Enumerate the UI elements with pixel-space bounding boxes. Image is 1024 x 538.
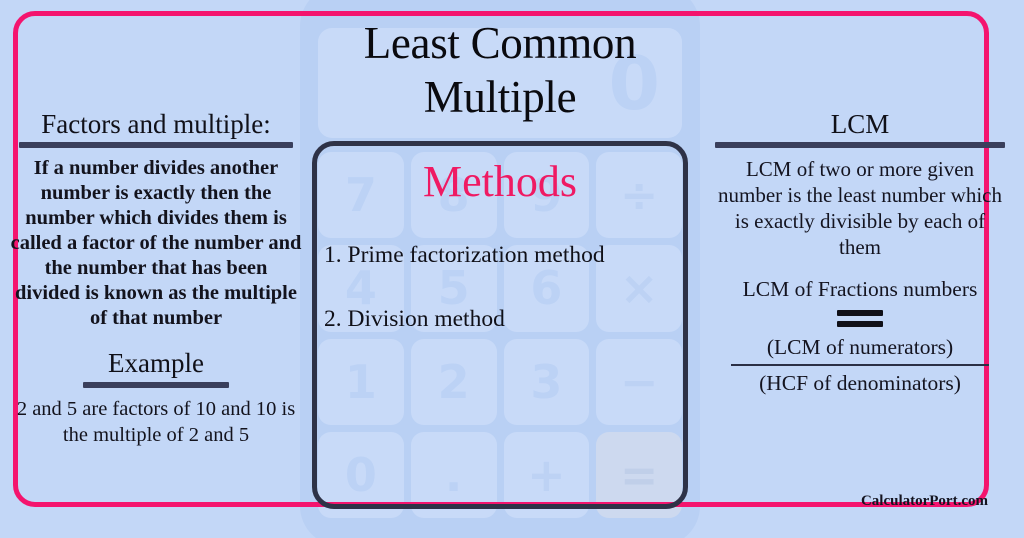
brand-watermark: CalculatorPort.com	[860, 493, 988, 509]
methods-list: 1. Prime factorization method 2. Divisio…	[320, 240, 686, 334]
fraction-divider-line	[731, 364, 989, 366]
page-title: Least Common Multiple	[363, 18, 637, 122]
fraction-denominator: (HCF of denominators)	[759, 371, 961, 395]
factors-body-text: If a number divides another number is ex…	[10, 157, 302, 329]
example-heading-underline	[83, 382, 229, 388]
equals-sign-icon	[837, 310, 883, 327]
lcm-heading: LCM	[830, 109, 890, 139]
method-item-1: 1. Prime factorization method	[324, 242, 605, 268]
fraction-formula: (LCM of numerators) (HCF of denominators…	[712, 333, 1008, 397]
example-body-text: 2 and 5 are factors of 10 and 10 is the …	[16, 398, 296, 446]
fraction-formula-label: LCM of Fractions numbers	[742, 277, 978, 301]
example-heading: Example	[108, 348, 204, 378]
left-column: Factors and multiple: If a number divide…	[8, 108, 304, 448]
method-item-2: 2. Division method	[324, 306, 505, 332]
methods-heading: Methods	[423, 157, 577, 206]
factors-heading-underline	[19, 142, 293, 148]
infographic-canvas: 0 7 8 9 ÷ 4 5 6 × 1 2 3 − 0 . + = Least …	[0, 0, 1024, 538]
right-column: LCM LCM of two or more given number is t…	[712, 108, 1008, 397]
lcm-heading-underline	[715, 142, 1005, 148]
factors-heading: Factors and multiple:	[41, 109, 271, 139]
lcm-body-text: LCM of two or more given number is the l…	[717, 157, 1002, 259]
fraction-numerator: (LCM of numerators)	[766, 335, 954, 359]
